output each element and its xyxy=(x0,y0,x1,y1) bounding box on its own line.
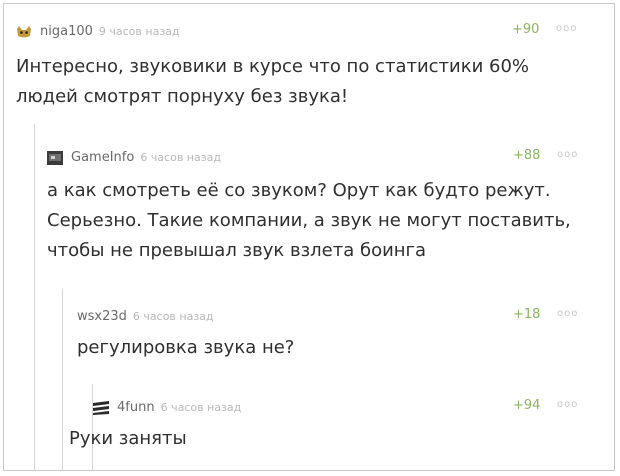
comment-author[interactable]: 4funn xyxy=(117,400,155,415)
user-avatar-icon[interactable] xyxy=(47,150,63,165)
comment-time[interactable]: 6 часов назад xyxy=(140,151,221,164)
comment-text-line: чтобы не превышал звук взлета боинга xyxy=(47,240,427,261)
user-avatar-icon[interactable] xyxy=(93,400,109,415)
comment-author[interactable]: niga100 xyxy=(40,24,93,39)
comment-text-line: регулировка звука не? xyxy=(77,337,295,358)
comment-rating: +88 xyxy=(513,148,541,163)
comment-text-line: а как смотреть её со звуком? Орут как бу… xyxy=(47,180,551,201)
comment-text: Руки заняты xyxy=(69,424,187,454)
comment-text: регулировка звука не? xyxy=(77,333,294,363)
comment-text: а как смотреть её со звуком? Орут как бу… xyxy=(47,176,571,266)
comment-header: niga100 9 часов назад xyxy=(16,20,180,42)
comment-menu-icon[interactable]: ooo xyxy=(557,399,578,410)
comment-text-line: людей смотрят порнуху без звука! xyxy=(16,86,349,107)
comment-header: 4funn 6 часов назад xyxy=(93,396,241,418)
comment-menu-icon[interactable]: ooo xyxy=(557,149,578,160)
comment-text-line: Руки заняты xyxy=(69,428,187,449)
comment-author[interactable]: GameInfo xyxy=(71,150,134,165)
comment-rating: +94 xyxy=(513,398,541,413)
comment-rating: +18 xyxy=(513,307,541,322)
user-avatar-icon[interactable] xyxy=(16,24,32,38)
comment-menu-icon[interactable]: ooo xyxy=(557,308,578,319)
comment-time[interactable]: 9 часов назад xyxy=(99,25,180,38)
comment-thread: niga100 9 часов назад +90 ooo Интересно,… xyxy=(3,3,615,471)
comment-text-line: Серьезно. Такие компании, а звук не могу… xyxy=(47,210,571,231)
comment-header: wsx23d 6 часов назад xyxy=(77,305,214,327)
comment-4funn: 4funn 6 часов назад +94 ooo Руки заняты xyxy=(69,384,615,470)
comment-time[interactable]: 6 часов назад xyxy=(133,310,214,323)
comment-text-line: Интересно, звуковики в курсе что по стат… xyxy=(16,56,530,77)
comment-header: GameInfo 6 часов назад xyxy=(47,146,221,168)
comment-time[interactable]: 6 часов назад xyxy=(161,401,242,414)
comment-menu-icon[interactable]: ooo xyxy=(556,23,577,34)
comment-text: Интересно, звуковики в курсе что по стат… xyxy=(16,52,529,112)
comment-rating: +90 xyxy=(512,22,540,37)
comment-author[interactable]: wsx23d xyxy=(77,309,127,324)
